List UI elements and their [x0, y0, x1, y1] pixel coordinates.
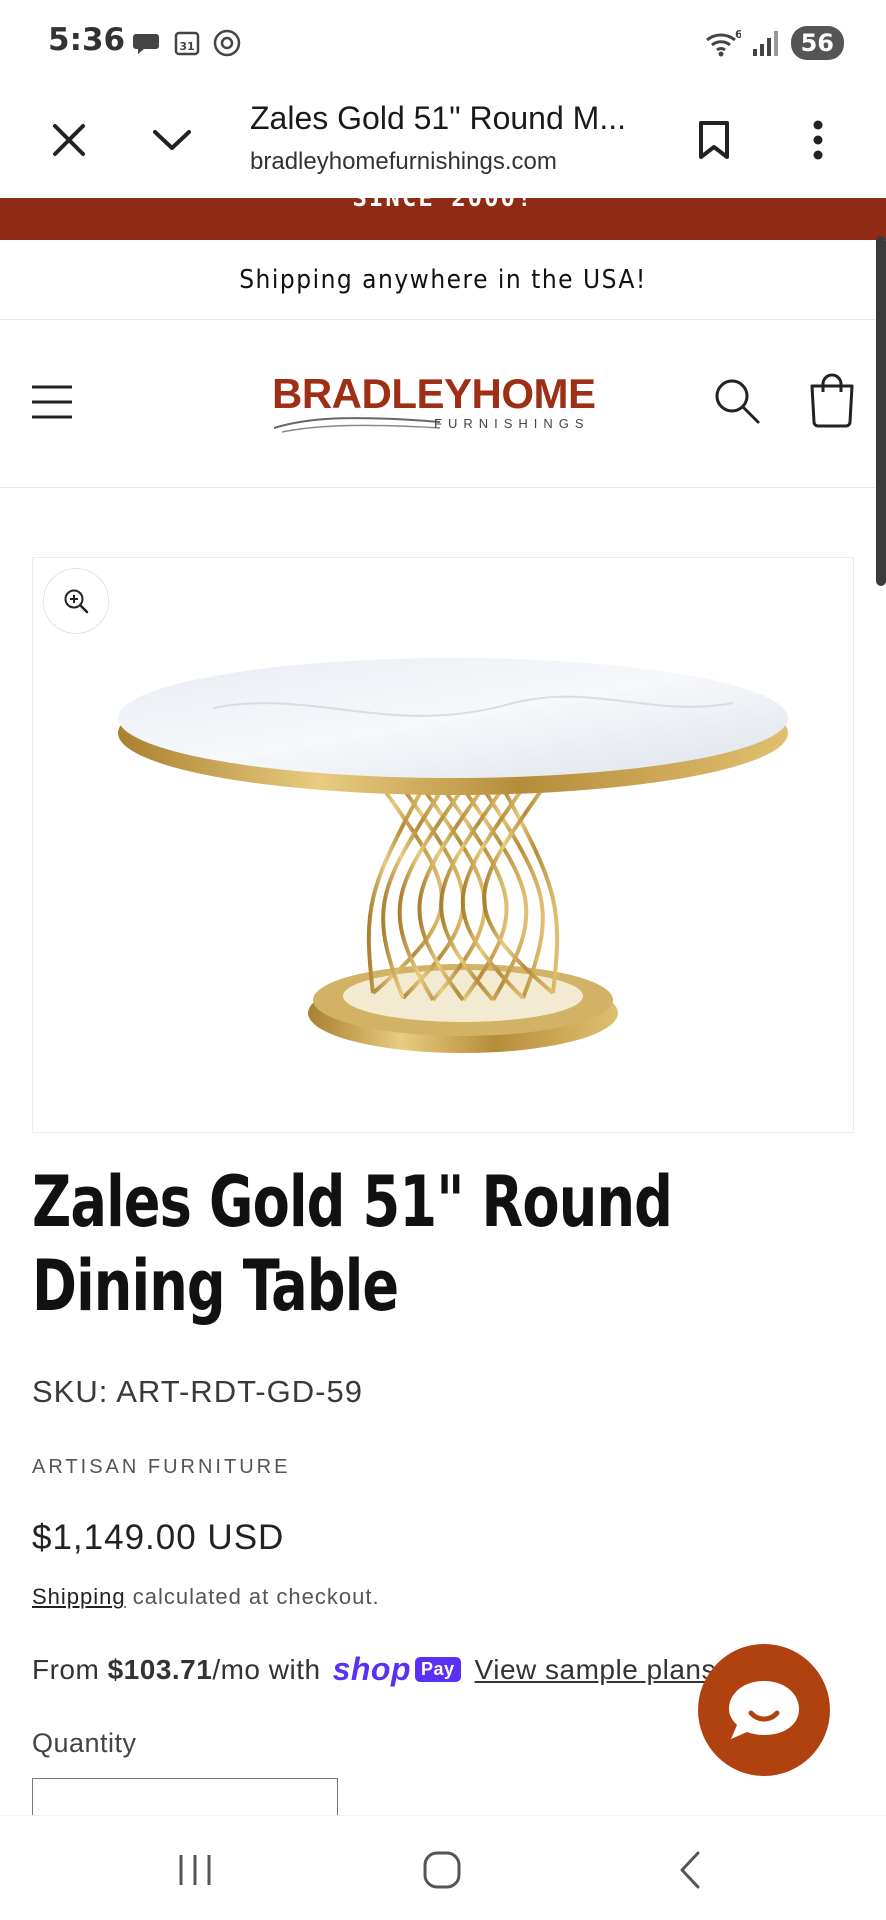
hamburger-menu-icon[interactable] — [30, 380, 74, 424]
shipping-note: Shipping calculated at checkout. — [32, 1584, 380, 1610]
threads-icon — [213, 29, 241, 57]
wifi-icon: 6 — [705, 28, 741, 57]
product-sku: SKU: ART-RDT-GD-59 — [32, 1374, 363, 1409]
shipping-policy-link[interactable]: Shipping — [32, 1584, 126, 1609]
back-icon — [680, 1851, 700, 1889]
bookmark-button[interactable] — [678, 104, 750, 176]
shipping-note-text: calculated at checkout. — [125, 1584, 380, 1609]
product-vendor: ARTISAN FURNITURE — [32, 1456, 291, 1478]
page-url[interactable]: bradleyhomefurnishings.com — [250, 148, 557, 176]
quantity-label: Quantity — [32, 1728, 137, 1758]
browser-menu-button[interactable] — [782, 104, 854, 176]
status-time: 5:36 — [48, 22, 126, 58]
status-right: 6 56 — [705, 26, 844, 60]
shop-pay-installments: From $103.71/mo with shop Pay View sample… — [32, 1651, 716, 1688]
chevron-down-icon — [153, 130, 191, 150]
page-title[interactable]: Zales Gold 51" Round M... — [250, 100, 650, 137]
installment-suffix: /mo with — [212, 1653, 321, 1685]
home-button[interactable] — [412, 1842, 472, 1898]
chat-button[interactable] — [698, 1644, 830, 1776]
calendar-icon: 31 — [174, 31, 200, 56]
back-button[interactable] — [660, 1842, 720, 1898]
zoom-button[interactable] — [43, 568, 109, 634]
more-vertical-icon — [813, 120, 823, 160]
product-title: Zales Gold 51" Round Dining Table — [32, 1161, 673, 1327]
svg-text:6: 6 — [735, 28, 741, 41]
logo-sub-text: FURNISHINGS — [434, 416, 590, 431]
shipping-banner-text: Shipping anywhere in the USA! — [239, 264, 647, 295]
close-tab-button[interactable] — [33, 104, 105, 176]
browser-toolbar: Zales Gold 51" Round M... bradleyhomefur… — [0, 84, 886, 198]
zoom-in-icon — [64, 589, 89, 614]
view-sample-plans-link[interactable]: View sample plans — [475, 1654, 716, 1686]
announcement-text: SINCE 2000! — [352, 198, 534, 212]
product-media[interactable] — [32, 557, 854, 1133]
system-nav-bar — [0, 1815, 886, 1920]
product-price: $1,149.00 USD — [32, 1518, 285, 1557]
announcement-bar: SINCE 2000! — [0, 198, 886, 240]
recents-icon — [179, 1855, 211, 1885]
installment-prefix: From — [32, 1653, 100, 1685]
home-icon — [423, 1851, 461, 1889]
logo-swoosh-icon — [273, 417, 441, 433]
svg-text:31: 31 — [179, 40, 194, 53]
status-notification-icons: 31 — [132, 28, 242, 58]
chat-bubble-icon — [729, 1681, 799, 1739]
recents-button[interactable] — [165, 1842, 225, 1898]
logo-main-text: BRADLEYHOME — [272, 370, 596, 417]
bookmark-icon — [699, 121, 729, 159]
site-header: BRADLEYHOME FURNISHINGS — [0, 320, 886, 488]
minimize-button[interactable] — [136, 104, 208, 176]
shop-pay-logo: shop — [332, 1651, 412, 1687]
page-scrollbar[interactable] — [876, 236, 886, 586]
chat-notification-icon — [133, 34, 159, 54]
close-icon — [53, 124, 85, 156]
shop-pay-badge: Pay — [415, 1657, 461, 1682]
signal-icon — [752, 31, 778, 56]
product-image — [118, 658, 788, 1053]
installment-amount: $103.71 — [107, 1653, 213, 1685]
cart-icon[interactable] — [808, 372, 856, 428]
shipping-banner: Shipping anywhere in the USA! — [0, 240, 886, 320]
search-icon[interactable] — [712, 376, 762, 426]
status-bar: 5:36 31 6 56 — [0, 0, 886, 84]
battery-indicator: 56 — [790, 26, 844, 60]
site-logo[interactable]: BRADLEYHOME FURNISHINGS — [272, 372, 617, 442]
